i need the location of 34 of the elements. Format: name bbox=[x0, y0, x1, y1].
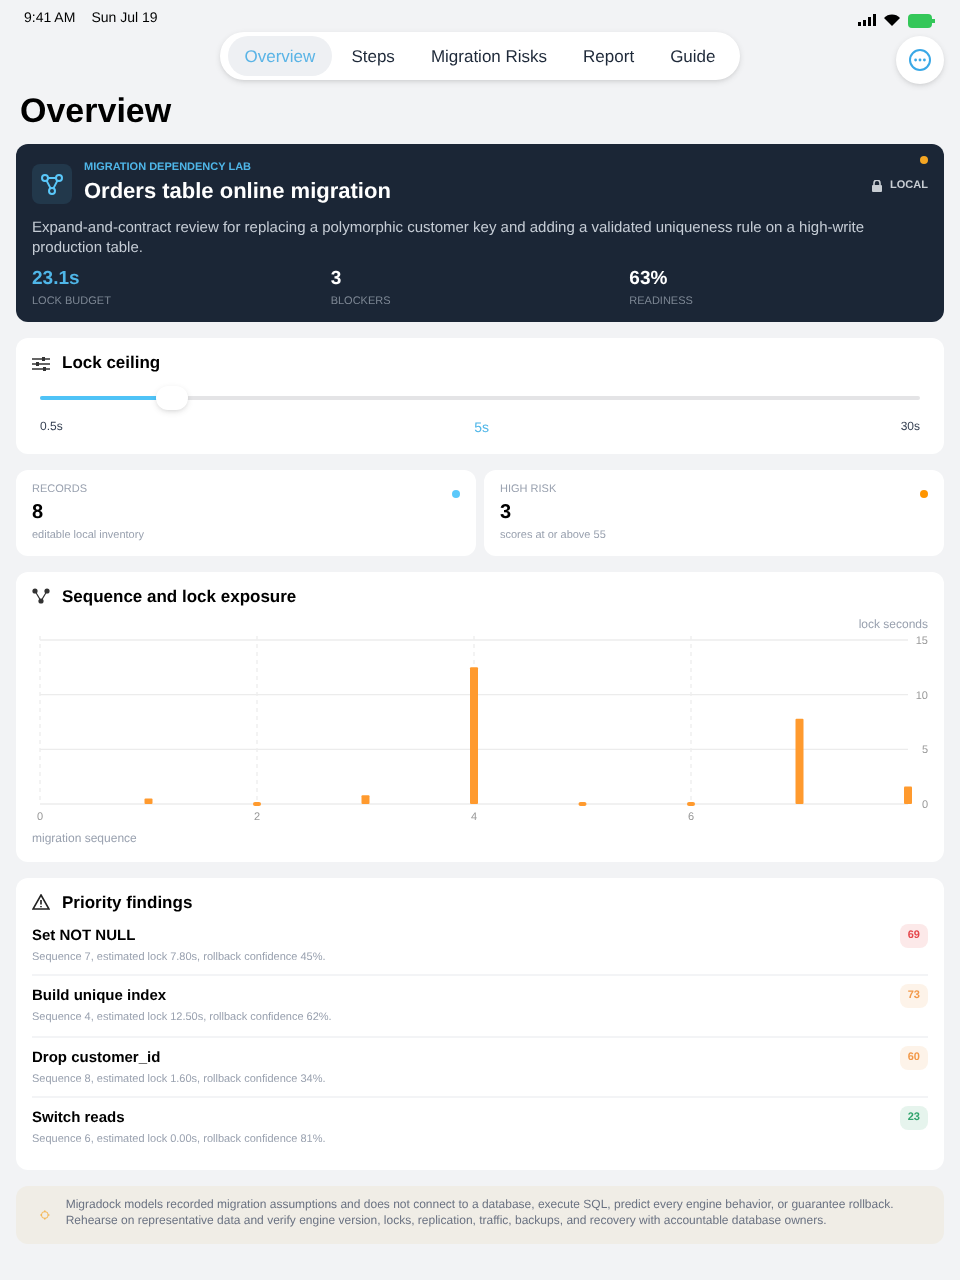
bar bbox=[361, 794, 370, 804]
target-icon bbox=[40, 1205, 50, 1223]
ellipsis-icon bbox=[908, 48, 932, 72]
lock-icon bbox=[872, 180, 883, 193]
signal-icon bbox=[858, 14, 876, 26]
metric-value: 63% bbox=[629, 265, 668, 294]
tab[interactable]: Report bbox=[567, 35, 651, 77]
bar bbox=[904, 786, 912, 804]
warning-icon bbox=[32, 894, 50, 911]
stat-value: 3 bbox=[500, 499, 512, 528]
bar bbox=[470, 666, 478, 804]
bar bbox=[578, 801, 587, 806]
battery-icon bbox=[908, 13, 936, 27]
bar bbox=[144, 798, 153, 804]
graph-icon bbox=[32, 164, 72, 205]
stat-value: 8 bbox=[32, 499, 44, 528]
card-title: Priority findings bbox=[62, 889, 193, 915]
card-title: Sequence and lock exposure bbox=[62, 584, 297, 610]
bar bbox=[795, 718, 804, 804]
nodes-icon bbox=[32, 588, 50, 605]
metric-value: 23.1s bbox=[32, 265, 80, 294]
bar bbox=[687, 801, 695, 806]
wifi-icon bbox=[884, 14, 900, 26]
hero-title: Orders table online migration bbox=[84, 178, 391, 209]
slider-thumb[interactable] bbox=[156, 386, 188, 410]
page-title: Overview bbox=[18, 92, 174, 132]
tab[interactable]: Steps bbox=[335, 35, 411, 77]
sliders-icon bbox=[32, 355, 50, 372]
card-title: Lock ceiling bbox=[62, 350, 161, 376]
tab[interactable]: Guide bbox=[654, 35, 732, 77]
metric-value: 3 bbox=[330, 265, 342, 294]
more-button[interactable] bbox=[896, 36, 944, 84]
bar bbox=[253, 801, 261, 806]
tab[interactable]: Migration Risks bbox=[414, 35, 564, 77]
